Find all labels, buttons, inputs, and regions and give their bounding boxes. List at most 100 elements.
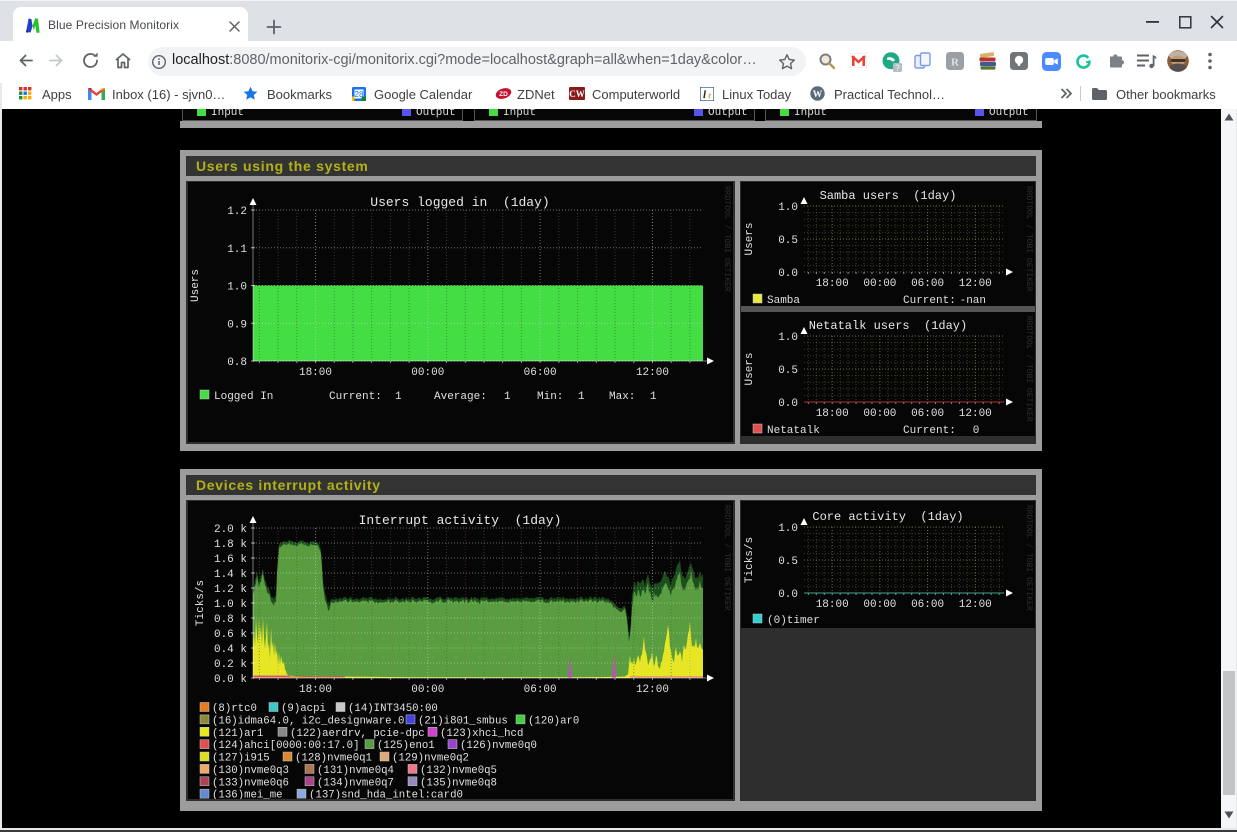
svg-text:1.0: 1.0 <box>778 523 798 535</box>
svg-text:Current:: Current: <box>903 295 956 306</box>
svg-text:1.6 k: 1.6 k <box>214 554 247 566</box>
svg-text:06:00: 06:00 <box>524 367 557 379</box>
svg-text:(128)nvme0q1: (128)nvme0q1 <box>295 753 372 765</box>
svg-text:(0)timer: (0)timer <box>767 615 820 627</box>
svg-text:1.0: 1.0 <box>778 202 798 214</box>
svg-text:(134)nvme0q7: (134)nvme0q7 <box>317 777 394 789</box>
svg-text:Max:: Max: <box>609 391 635 403</box>
svg-text:Average:: Average: <box>434 391 487 403</box>
svg-text:0.8 k: 0.8 k <box>214 614 247 626</box>
svg-text:12:00: 12:00 <box>959 278 992 290</box>
svg-text:(132)nvme0q5: (132)nvme0q5 <box>420 765 497 777</box>
svg-text:0: 0 <box>973 425 986 436</box>
svg-text:0.9: 0.9 <box>227 319 247 331</box>
svg-text:0.5: 0.5 <box>778 556 798 568</box>
svg-text:(131)nvme0q4: (131)nvme0q4 <box>317 765 394 777</box>
svg-text:Users logged in (1day): Users logged in (1day) <box>370 195 549 210</box>
svg-text:Min:: Min: <box>537 391 563 403</box>
svg-text:Samba users (1day): Samba users (1day) <box>820 189 957 203</box>
svg-text:Current:: Current: <box>903 425 956 436</box>
svg-text:(137)snd_hda_intel:card0: (137)snd_hda_intel:card0 <box>309 790 463 799</box>
svg-text:1: 1 <box>504 391 511 403</box>
svg-text:(125)eno1: (125)eno1 <box>377 740 435 752</box>
svg-text:RRDTOOL / TOBI OETIKER: RRDTOOL / TOBI OETIKER <box>1024 505 1033 611</box>
svg-text:Interrupt activity (1day): Interrupt activity (1day) <box>359 513 562 528</box>
svg-text:12:00: 12:00 <box>959 408 992 420</box>
svg-text:RRDTOOL / TOBI OETIKER: RRDTOOL / TOBI OETIKER <box>1024 316 1033 422</box>
svg-text:1: 1 <box>650 391 657 403</box>
svg-text:(120)ar0: (120)ar0 <box>528 715 579 727</box>
svg-text:(130)nvme0q3: (130)nvme0q3 <box>212 765 289 777</box>
svg-text:Netatalk: Netatalk <box>767 425 820 436</box>
svg-text:(127)i915: (127)i915 <box>212 753 270 765</box>
svg-text:(122)aerdrv, pcie-dpc: (122)aerdrv, pcie-dpc <box>290 728 425 740</box>
svg-text:0.5: 0.5 <box>778 365 798 377</box>
svg-text:(135)nvme0q8: (135)nvme0q8 <box>420 777 497 789</box>
svg-text:0.0: 0.0 <box>778 268 798 280</box>
svg-text:(21)i801_smbus: (21)i801_smbus <box>418 715 508 727</box>
svg-text:(9)acpi: (9)acpi <box>281 703 326 715</box>
svg-text:0.0 k: 0.0 k <box>214 674 247 686</box>
svg-text:Users: Users <box>744 222 756 255</box>
svg-text:-nan: -nan <box>960 295 986 306</box>
svg-text:(8)rtc0: (8)rtc0 <box>212 703 257 715</box>
svg-text:RRDTOOL / TOBI OETIKER: RRDTOOL / TOBI OETIKER <box>722 505 731 611</box>
svg-text:00:00: 00:00 <box>411 367 444 379</box>
svg-text:06:00: 06:00 <box>911 278 944 290</box>
svg-text:RRDTOOL / TOBI OETIKER: RRDTOOL / TOBI OETIKER <box>722 186 731 292</box>
svg-text:1.2: 1.2 <box>227 206 247 218</box>
svg-text:0.0: 0.0 <box>778 398 798 410</box>
svg-text:12:00: 12:00 <box>636 367 669 379</box>
svg-text:(121)ar1: (121)ar1 <box>212 728 263 740</box>
svg-text:Ticks/s: Ticks/s <box>195 580 207 626</box>
svg-text:(14)INT3450:00: (14)INT3450:00 <box>348 703 438 715</box>
svg-text:1.8 k: 1.8 k <box>214 539 247 551</box>
svg-text:1.4 k: 1.4 k <box>214 569 247 581</box>
svg-text:00:00: 00:00 <box>863 599 896 611</box>
svg-text:(136)mei_me: (136)mei_me <box>212 790 283 799</box>
svg-text:18:00: 18:00 <box>299 367 332 379</box>
svg-text:Netatalk users (1day): Netatalk users (1day) <box>809 319 967 333</box>
svg-text:(126)nvme0q0: (126)nvme0q0 <box>460 740 537 752</box>
svg-text:Users: Users <box>744 352 756 385</box>
svg-text:00:00: 00:00 <box>863 408 896 420</box>
svg-text:Core activity (1day): Core activity (1day) <box>812 510 963 524</box>
svg-text:(124)ahci[0000:00:17.0]: (124)ahci[0000:00:17.0] <box>212 740 360 752</box>
svg-text:W: W <box>813 90 823 100</box>
svg-text:ZD: ZD <box>499 91 508 98</box>
svg-text:18:00: 18:00 <box>816 408 849 420</box>
svg-text:1.2 k: 1.2 k <box>214 584 247 596</box>
svg-text:0.5: 0.5 <box>778 235 798 247</box>
svg-text:1.0: 1.0 <box>227 282 247 294</box>
svg-text:1: 1 <box>578 391 585 403</box>
svg-text:1.0: 1.0 <box>778 332 798 344</box>
svg-text:Users: Users <box>190 269 202 302</box>
svg-text:?: ? <box>895 63 900 72</box>
svg-text:06:00: 06:00 <box>911 599 944 611</box>
svg-text:CW: CW <box>569 89 585 99</box>
svg-text:1.0 k: 1.0 k <box>214 599 247 611</box>
svg-text:R: R <box>951 57 960 69</box>
svg-text:(133)nvme0q6: (133)nvme0q6 <box>212 777 289 789</box>
svg-text:(129)nvme0q2: (129)nvme0q2 <box>392 753 469 765</box>
svg-text:18:00: 18:00 <box>816 599 849 611</box>
svg-text:00:00: 00:00 <box>863 278 896 290</box>
svg-text:06:00: 06:00 <box>911 408 944 420</box>
svg-text:18:00: 18:00 <box>299 684 332 696</box>
svg-text:RRDTOOL / TOBI OETIKER: RRDTOOL / TOBI OETIKER <box>1024 186 1033 292</box>
svg-text:0.4 k: 0.4 k <box>214 644 247 656</box>
svg-text:2.0 k: 2.0 k <box>214 524 247 536</box>
svg-text:0.2 k: 0.2 k <box>214 659 247 671</box>
svg-text:Samba: Samba <box>767 295 800 306</box>
svg-text:0.6 k: 0.6 k <box>214 629 247 641</box>
svg-text:0.0: 0.0 <box>778 589 798 601</box>
svg-text:Ticks/s: Ticks/s <box>744 537 756 583</box>
svg-text:00:00: 00:00 <box>411 684 444 696</box>
svg-text:06:00: 06:00 <box>524 684 557 696</box>
svg-text:Logged In: Logged In <box>214 391 273 403</box>
svg-text:(16)idma64.0, i2c_designware.0: (16)idma64.0, i2c_designware.0 <box>212 715 404 727</box>
svg-text:12:00: 12:00 <box>636 684 669 696</box>
svg-text:12:00: 12:00 <box>959 599 992 611</box>
svg-text:1: 1 <box>395 391 402 403</box>
svg-text:(123)xhci_hcd: (123)xhci_hcd <box>440 728 523 740</box>
